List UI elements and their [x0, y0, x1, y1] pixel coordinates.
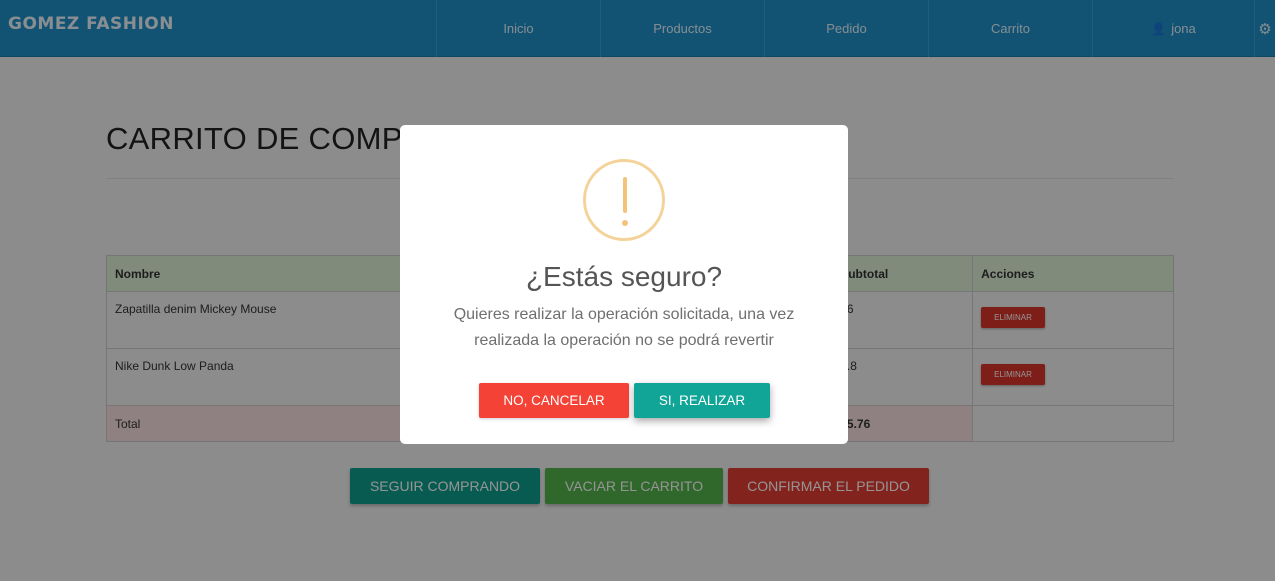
dialog-message: Quieres realizar la operación solicitada…	[453, 306, 795, 349]
warning-icon-dot	[622, 220, 628, 226]
dialog-buttons: NO, CANCELAR SI, REALIZAR	[479, 383, 770, 418]
confirm-button[interactable]: SI, REALIZAR	[634, 383, 770, 418]
confirm-dialog: ¿Estás seguro? Quieres realizar la opera…	[400, 125, 848, 444]
warning-icon	[583, 159, 665, 241]
warning-icon-bar	[623, 177, 627, 213]
dialog-title: ¿Estás seguro?	[525, 261, 723, 292]
cancel-button[interactable]: NO, CANCELAR	[479, 383, 629, 418]
